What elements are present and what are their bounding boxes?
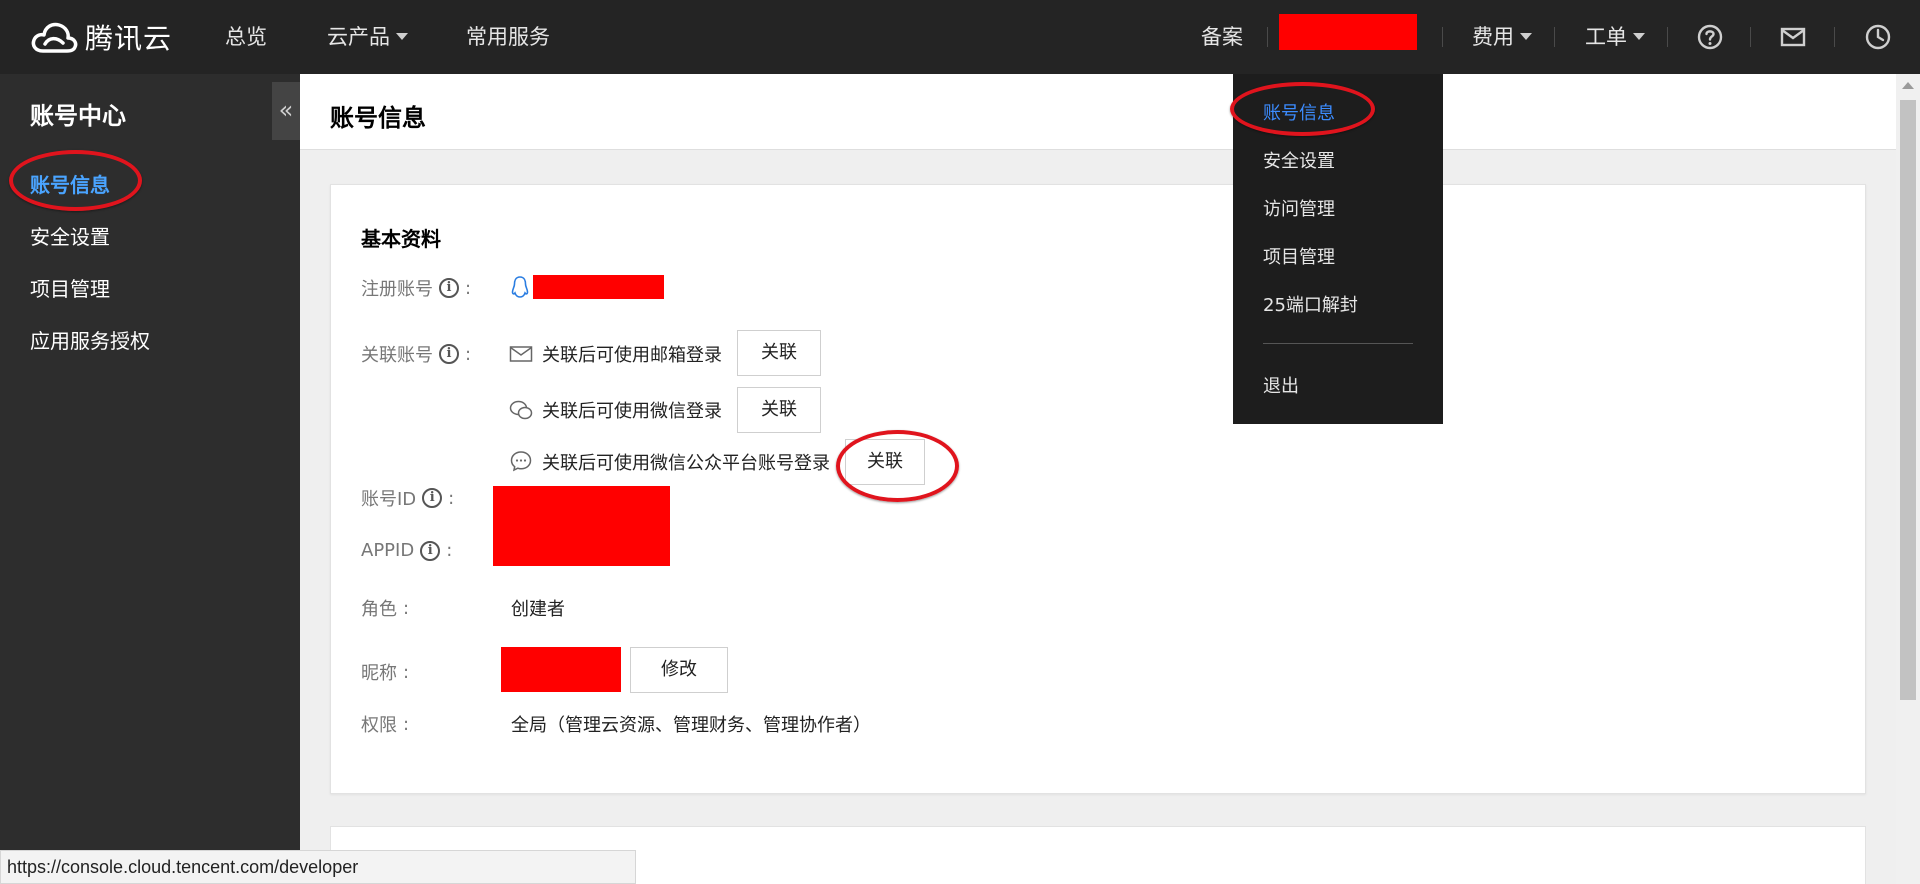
page-title: 账号信息 [330, 104, 426, 132]
mail-icon [509, 346, 533, 362]
colon: : [465, 343, 472, 365]
dropdown-item-access-management[interactable]: 访问管理 [1263, 195, 1335, 221]
top-navbar: 腾讯云 总览 云产品 常用服务 备案 费用 工单 [0, 0, 1920, 74]
tencent-cloud-logo[interactable]: 腾讯云 [29, 15, 172, 59]
page-header: 账号信息 [300, 74, 1896, 150]
vertical-scrollbar[interactable] [1896, 74, 1920, 884]
link-email-text: 关联后可使用邮箱登录 [542, 345, 722, 366]
linked-accounts-label: 关联账号 i : [361, 341, 471, 367]
nav-fees[interactable]: 费用 [1472, 0, 1532, 74]
info-icon[interactable]: i [420, 540, 441, 561]
nav-cloud-products[interactable]: 云产品 [327, 0, 408, 74]
wechat-icon [509, 400, 533, 420]
dropdown-item-security[interactable]: 安全设置 [1263, 147, 1335, 173]
colon: : [403, 597, 410, 619]
nav-cloud-products-label: 云产品 [327, 25, 390, 49]
sidebar-item-account-info[interactable]: 账号信息 [30, 169, 110, 198]
section-title: 基本资料 [361, 227, 441, 251]
chevron-down-icon [1520, 32, 1532, 40]
help-circle-icon[interactable] [1695, 22, 1725, 52]
sidebar-item-app-auth[interactable]: 应用服务授权 [30, 325, 150, 354]
colon: : [403, 713, 410, 735]
logo-text: 腾讯云 [85, 22, 173, 55]
dropdown-item-projects[interactable]: 项目管理 [1263, 243, 1335, 269]
sidebar-title: 账号中心 [30, 102, 126, 130]
nickname-label: 昵称 : [361, 659, 409, 685]
redacted-registered-account [533, 275, 664, 299]
appid-label-text: APPID [361, 540, 415, 561]
registered-account-label: 注册账号 i : [361, 275, 471, 301]
colon: : [446, 540, 453, 561]
qq-icon [511, 276, 529, 298]
cloud-logo-icon [31, 22, 78, 53]
role-label: 角色 : [361, 595, 409, 621]
redacted-username[interactable] [1279, 14, 1417, 50]
info-icon[interactable]: i [439, 344, 459, 364]
scroll-up-arrow-icon[interactable] [1902, 82, 1914, 89]
nav-record[interactable]: 备案 [1201, 0, 1243, 74]
redacted-account-id-appid [493, 486, 670, 566]
nav-ticket[interactable]: 工单 [1585, 0, 1645, 74]
edit-nickname-button[interactable]: 修改 [630, 647, 728, 693]
account-id-label: 账号ID i : [361, 485, 454, 511]
scrollbar-thumb[interactable] [1900, 100, 1916, 700]
nav-divider [1267, 27, 1268, 47]
role-label-text: 角色 [361, 599, 397, 620]
nav-divider [1834, 27, 1835, 47]
basic-profile-card: 基本资料 注册账号 i : 关联账号 i : 关联后可使用邮箱登录 关联 关联后… [330, 184, 1866, 794]
account-id-label-text: 账号ID [361, 489, 417, 510]
sidebar: 账号中心 账号信息 安全设置 项目管理 应用服务授权 [0, 74, 300, 884]
nav-fees-label: 费用 [1472, 25, 1514, 49]
permission-label: 权限 : [361, 711, 409, 737]
account-dropdown-menu: 账号信息 安全设置 访问管理 项目管理 25端口解封 退出 [1233, 74, 1443, 424]
link-email-button[interactable]: 关联 [737, 330, 821, 376]
dropdown-item-logout[interactable]: 退出 [1263, 372, 1299, 398]
permission-label-text: 权限 [361, 715, 397, 736]
nav-ticket-label: 工单 [1585, 25, 1627, 49]
redacted-nickname [501, 647, 621, 692]
info-icon[interactable]: i [439, 278, 459, 298]
nickname-label-text: 昵称 [361, 663, 397, 684]
chevron-down-icon [1633, 32, 1645, 40]
dropdown-item-account-info[interactable]: 账号信息 [1263, 99, 1335, 125]
linked-accounts-label-text: 关联账号 [361, 345, 433, 366]
sidebar-item-security[interactable]: 安全设置 [30, 221, 110, 250]
nav-divider [1554, 27, 1555, 47]
nav-divider [1442, 27, 1443, 47]
dropdown-item-port25-unblock[interactable]: 25端口解封 [1263, 291, 1358, 317]
permission-value: 全局（管理云资源、管理财务、管理协作者） [511, 715, 871, 736]
colon: : [448, 487, 455, 509]
link-wechat-text: 关联后可使用微信登录 [542, 401, 722, 422]
colon: : [465, 277, 472, 299]
role-value: 创建者 [511, 599, 565, 620]
sidebar-item-projects[interactable]: 项目管理 [30, 273, 110, 302]
link-wechat-button[interactable]: 关联 [737, 387, 821, 433]
link-wechat-mp-text: 关联后可使用微信公众平台账号登录 [542, 453, 830, 474]
chat-bubble-icon [510, 451, 532, 472]
clock-icon[interactable] [1863, 22, 1893, 52]
link-wechat-mp-button[interactable]: 关联 [845, 439, 925, 485]
nav-divider [1750, 27, 1751, 47]
mail-icon[interactable] [1778, 22, 1808, 52]
nav-overview[interactable]: 总览 [225, 0, 267, 74]
registered-account-label-text: 注册账号 [361, 279, 433, 300]
nav-divider [1667, 27, 1668, 47]
browser-status-url: https://console.cloud.tencent.com/develo… [0, 850, 636, 884]
nav-common-services[interactable]: 常用服务 [466, 0, 550, 74]
info-icon[interactable]: i [422, 488, 443, 508]
sidebar-collapse-button[interactable]: « [272, 82, 300, 140]
colon: : [403, 661, 410, 683]
chevron-down-icon [396, 32, 408, 40]
appid-label: APPID i : [361, 540, 452, 561]
dropdown-divider [1263, 343, 1413, 344]
